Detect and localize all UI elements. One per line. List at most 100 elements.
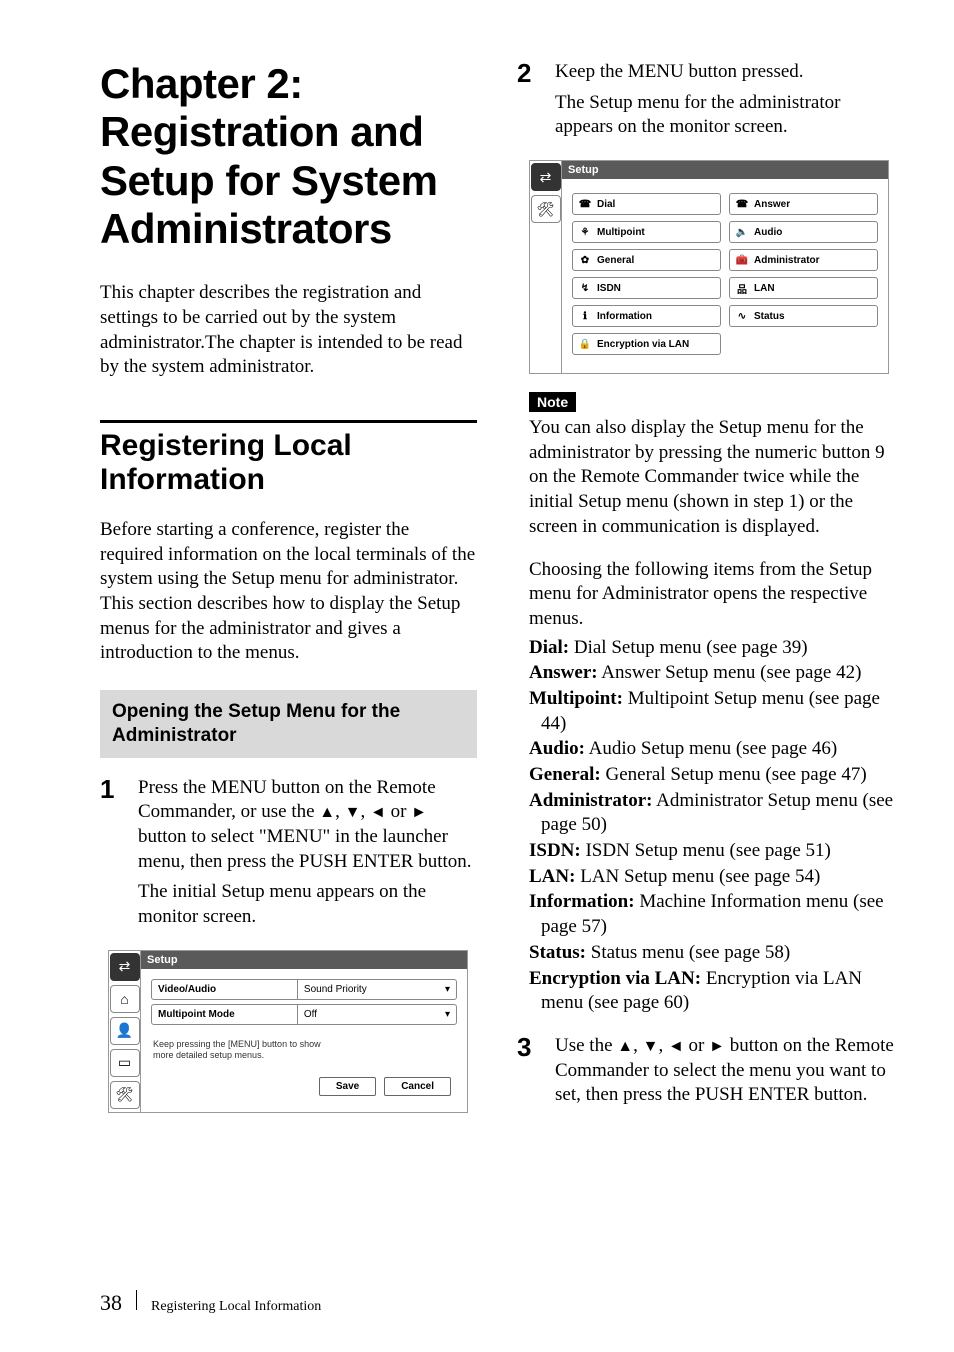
menu-item-label: General: (529, 764, 601, 785)
setup-row-label: Video/Audio (152, 980, 298, 999)
admin-menu-grid: ☎ Dial ☎ Answer ⚘Multipoint 🔈 Audio ✿Genera… (572, 193, 878, 355)
section-divider (100, 420, 477, 423)
page: Chapter 2: Registration and Setup for Sy… (0, 0, 954, 1352)
two-column-layout: Chapter 2: Registration and Setup for Sy… (100, 60, 894, 1128)
hint-line-2: more detailed setup menus. (153, 1050, 264, 1060)
menu-item-desc: General Setup menu (see page 47) (601, 764, 867, 785)
menu-item-desc: Status menu (see page 58) (586, 942, 790, 963)
figure-admin-setup-menu: ⇄ 🛠 Setup ☎ Dial ☎ Answer ⚘Multipoint 🔈 Aud… (529, 160, 889, 374)
lan-icon: 品 (736, 282, 748, 294)
figure2-sidebar: ⇄ 🛠 (530, 161, 562, 373)
note-text: You can also display the Setup menu for … (529, 416, 894, 539)
cell-label: Information (597, 311, 652, 322)
menu-item-desc: Dial Setup menu (see page 39) (569, 637, 807, 658)
setup-row-video-audio: Video/Audio Sound Priority ▾ (151, 979, 457, 1000)
intro-paragraph: This chapter describes the registration … (100, 281, 477, 380)
menu-item-label: Administrator: (529, 790, 652, 811)
isdn-icon: ↯ (579, 282, 591, 294)
menu-item-audio: Audio: Audio Setup menu (see page 46) (541, 737, 894, 762)
text-run: or (386, 801, 411, 822)
menu-cell-administrator[interactable]: 🧰 Administrator (729, 249, 878, 271)
text-run: , (335, 801, 345, 822)
menu-cell-encryption[interactable]: 🔒 Encryption via LAN (572, 333, 721, 355)
cancel-button[interactable]: Cancel (384, 1077, 451, 1096)
cell-label: Answer (754, 199, 790, 210)
menu-item-information: Information: Machine Information menu (s… (541, 890, 894, 939)
figure1-sidebar: ⇄ ⌂ 👤 ▭ 🛠 (109, 951, 141, 1113)
menu-cell-multipoint[interactable]: ⚘Multipoint (572, 221, 721, 243)
menu-cell-lan[interactable]: 品 LAN (729, 277, 878, 299)
setup-row-value-dropdown[interactable]: Off▾ (298, 1005, 456, 1024)
cell-label: Audio (754, 227, 782, 238)
footer-divider (136, 1290, 137, 1310)
phone-in-icon: ☎ (736, 198, 748, 210)
figure2-title-bar: Setup (562, 161, 888, 179)
subheading: Opening the Setup Menu for the Administr… (112, 700, 465, 748)
menu-cell-dial[interactable]: ☎ Dial (572, 193, 721, 215)
arrow-down-icon: ▼ (643, 1037, 659, 1058)
sidebar-icon-link: ⇄ (531, 163, 561, 191)
lock-icon: 🔒 (579, 338, 591, 350)
toolbox-icon: 🧰 (736, 254, 748, 266)
step-number: 2 (517, 60, 541, 146)
arrow-left-icon: ◄ (668, 1037, 684, 1058)
menu-item-label: Status: (529, 942, 586, 963)
menu-cell-answer[interactable]: ☎ Answer (729, 193, 878, 215)
menu-item-general: General: General Setup menu (see page 47… (541, 763, 894, 788)
speaker-icon: 🔈 (736, 226, 748, 238)
step-1: 1 Press the MENU button on the Remote Co… (100, 776, 477, 936)
setup-row-value-dropdown[interactable]: Sound Priority ▾ (298, 980, 456, 999)
save-button[interactable]: Save (319, 1077, 376, 1096)
page-number: 38 (100, 1290, 122, 1316)
menu-item-label: Information: (529, 891, 635, 912)
cell-label: Dial (597, 199, 615, 210)
step-number: 1 (100, 776, 124, 936)
multipoint-icon: ⚘ (579, 226, 591, 238)
info-icon: ℹ (579, 310, 591, 322)
step-3: 3 Use the ▲, ▼, ◄ or ► button on the Rem… (517, 1034, 894, 1114)
cell-label: ISDN (597, 283, 621, 294)
menu-item-isdn: ISDN: ISDN Setup menu (see page 51) (541, 839, 894, 864)
text-run: , (360, 801, 370, 822)
chevron-down-icon: ▾ (445, 984, 450, 995)
gear-icon: ✿ (579, 254, 591, 266)
menu-description-list: Choosing the following items from the Se… (529, 558, 894, 1016)
note-block: Note You can also display the Setup menu… (529, 392, 894, 1016)
left-column: Chapter 2: Registration and Setup for Sy… (100, 60, 477, 1128)
menu-item-status: Status: Status menu (see page 58) (541, 941, 894, 966)
step-body: Keep the MENU button pressed. The Setup … (555, 60, 894, 146)
cell-label: Status (754, 311, 785, 322)
cell-label: LAN (754, 283, 775, 294)
cell-label: Encryption via LAN (597, 339, 689, 350)
menu-item-desc: ISDN Setup menu (see page 51) (581, 840, 831, 861)
page-footer: 38 Registering Local Information (100, 1290, 321, 1316)
menu-cell-general[interactable]: ✿General (572, 249, 721, 271)
sidebar-icon-tools: 🛠 (110, 1081, 140, 1109)
sidebar-icon-home: ⌂ (110, 985, 140, 1013)
menu-cell-isdn[interactable]: ↯ ISDN (572, 277, 721, 299)
sidebar-icon-link: ⇄ (110, 953, 140, 981)
setup-row-multipoint-mode: Multipoint Mode Off▾ (151, 1004, 457, 1025)
menu-item-encryption: Encryption via LAN: Encryption via LAN m… (541, 967, 894, 1016)
chapter-title: Chapter 2: Registration and Setup for Sy… (100, 60, 477, 253)
menu-cell-audio[interactable]: 🔈 Audio (729, 221, 878, 243)
step-1-line-1: Press the MENU button on the Remote Comm… (138, 776, 477, 875)
menu-item-multipoint: Multipoint: Multipoint Setup menu (see p… (541, 687, 894, 736)
text-run: button to select "MENU" in the launcher … (138, 826, 472, 872)
section-title: Registering Local Information (100, 429, 477, 498)
step-3-line-1: Use the ▲, ▼, ◄ or ► button on the Remot… (555, 1034, 894, 1108)
cell-label: Administrator (754, 255, 820, 266)
text-run: , (633, 1035, 643, 1056)
menu-cell-information[interactable]: ℹ Information (572, 305, 721, 327)
menu-item-answer: Answer: Answer Setup menu (see page 42) (541, 661, 894, 686)
text-run: , (658, 1035, 668, 1056)
arrow-down-icon: ▼ (345, 803, 361, 824)
menu-cell-status[interactable]: ∿Status (729, 305, 878, 327)
phone-out-icon: ☎ (579, 198, 591, 210)
step-body: Press the MENU button on the Remote Comm… (138, 776, 477, 936)
menu-item-label: ISDN: (529, 840, 581, 861)
arrow-right-icon: ► (709, 1037, 725, 1058)
menu-item-desc: LAN Setup menu (see page 54) (575, 866, 820, 887)
dropdown-value: Sound Priority (304, 984, 367, 995)
figure-initial-setup-menu: ⇄ ⌂ 👤 ▭ 🛠 Setup Video/Audio Sound Pri (108, 950, 468, 1114)
